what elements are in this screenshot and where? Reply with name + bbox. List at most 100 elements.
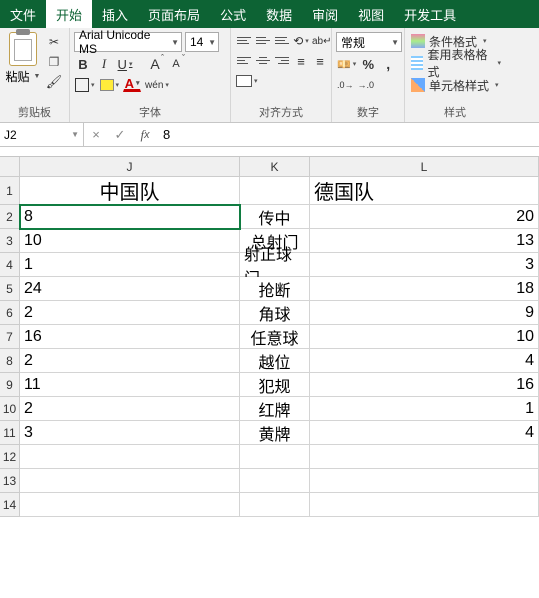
orientation-button[interactable]: ▾ bbox=[292, 32, 310, 50]
menu-item-1[interactable]: 开始 bbox=[46, 0, 92, 28]
align-middle-button[interactable] bbox=[254, 32, 272, 48]
cell-L2[interactable]: 20 bbox=[310, 205, 539, 229]
column-header-L[interactable]: L bbox=[310, 157, 539, 177]
row-header-7[interactable]: 7 bbox=[0, 325, 20, 349]
align-top-button[interactable] bbox=[235, 32, 253, 48]
paste-icon[interactable] bbox=[9, 32, 37, 66]
cell-L5[interactable]: 18 bbox=[310, 277, 539, 301]
menu-item-5[interactable]: 数据 bbox=[256, 0, 302, 28]
column-header-J[interactable]: J bbox=[20, 157, 240, 177]
cell-K13[interactable] bbox=[240, 469, 310, 493]
cell-L4[interactable]: 3 bbox=[310, 253, 539, 277]
row-header-10[interactable]: 10 bbox=[0, 397, 20, 421]
row-header-9[interactable]: 9 bbox=[0, 373, 20, 397]
name-box[interactable]: J2▼ bbox=[0, 123, 84, 146]
menu-item-6[interactable]: 审阅 bbox=[302, 0, 348, 28]
cell-L6[interactable]: 9 bbox=[310, 301, 539, 325]
row-header-4[interactable]: 4 bbox=[0, 253, 20, 277]
cell-J13[interactable] bbox=[20, 469, 240, 493]
row-header-2[interactable]: 2 bbox=[0, 205, 20, 229]
cell-L10[interactable]: 1 bbox=[310, 397, 539, 421]
spreadsheet-grid[interactable]: JKL1中国队德国队28传中20310总射门1341射正球门3524抢断1862… bbox=[0, 157, 539, 517]
phonetic-button[interactable]: wén▾ bbox=[144, 76, 170, 94]
align-right-button[interactable] bbox=[273, 52, 291, 68]
cell-J12[interactable] bbox=[20, 445, 240, 469]
cell-L8[interactable]: 4 bbox=[310, 349, 539, 373]
menu-item-8[interactable]: 开发工具 bbox=[394, 0, 466, 28]
menu-item-2[interactable]: 插入 bbox=[92, 0, 138, 28]
cancel-formula-button[interactable]: × bbox=[84, 127, 108, 142]
percent-button[interactable] bbox=[359, 55, 377, 73]
paste-button[interactable]: 粘贴▼ bbox=[6, 68, 41, 85]
cell-K1[interactable] bbox=[240, 177, 310, 205]
copy-icon[interactable] bbox=[46, 54, 62, 70]
format-as-table-button[interactable]: 套用表格格式▾ bbox=[409, 53, 501, 73]
cell-K12[interactable] bbox=[240, 445, 310, 469]
cell-J7[interactable]: 16 bbox=[20, 325, 240, 349]
fill-color-button[interactable]: ▾ bbox=[99, 76, 121, 94]
row-header-11[interactable]: 11 bbox=[0, 421, 20, 445]
formula-input[interactable]: 8 bbox=[157, 123, 539, 146]
row-header-13[interactable]: 13 bbox=[0, 469, 20, 493]
cell-L13[interactable] bbox=[310, 469, 539, 493]
cell-J9[interactable]: 11 bbox=[20, 373, 240, 397]
decrease-indent-button[interactable] bbox=[292, 52, 310, 70]
align-left-button[interactable] bbox=[235, 52, 253, 68]
cell-J8[interactable]: 2 bbox=[20, 349, 240, 373]
number-format-combo[interactable]: 常规▼ bbox=[336, 32, 402, 52]
cell-L3[interactable]: 13 bbox=[310, 229, 539, 253]
cell-K14[interactable] bbox=[240, 493, 310, 517]
cell-J10[interactable]: 2 bbox=[20, 397, 240, 421]
cut-icon[interactable] bbox=[46, 34, 62, 50]
menu-item-7[interactable]: 视图 bbox=[348, 0, 394, 28]
cell-K7[interactable]: 任意球 bbox=[240, 325, 310, 349]
row-header-12[interactable]: 12 bbox=[0, 445, 20, 469]
column-header-K[interactable]: K bbox=[240, 157, 310, 177]
fx-button[interactable]: fx bbox=[133, 127, 157, 143]
decrease-decimal-button[interactable] bbox=[357, 76, 376, 94]
increase-indent-button[interactable] bbox=[311, 52, 329, 70]
align-bottom-button[interactable] bbox=[273, 32, 291, 48]
shrink-font-button[interactable] bbox=[167, 55, 185, 73]
font-name-combo[interactable]: Arial Unicode MS▼ bbox=[74, 32, 182, 52]
underline-button[interactable]: U▾ bbox=[116, 55, 134, 73]
cell-K5[interactable]: 抢断 bbox=[240, 277, 310, 301]
wrap-text-button[interactable] bbox=[311, 32, 333, 50]
cell-K4[interactable]: 射正球门 bbox=[240, 253, 310, 277]
select-all-corner[interactable] bbox=[0, 157, 20, 177]
grow-font-button[interactable] bbox=[146, 55, 164, 73]
merge-cells-button[interactable]: ▾ bbox=[235, 72, 259, 90]
bold-button[interactable]: B bbox=[74, 55, 92, 73]
currency-button[interactable]: ▾ bbox=[336, 55, 357, 73]
cell-J1[interactable]: 中国队 bbox=[20, 177, 240, 205]
increase-decimal-button[interactable] bbox=[336, 76, 355, 94]
menu-item-0[interactable]: 文件 bbox=[0, 0, 46, 28]
cell-J5[interactable]: 24 bbox=[20, 277, 240, 301]
cell-styles-button[interactable]: 单元格样式▾ bbox=[409, 75, 499, 95]
row-header-5[interactable]: 5 bbox=[0, 277, 20, 301]
cell-K10[interactable]: 红牌 bbox=[240, 397, 310, 421]
align-center-button[interactable] bbox=[254, 52, 272, 68]
comma-style-button[interactable] bbox=[379, 55, 397, 73]
cell-L1[interactable]: 德国队 bbox=[310, 177, 539, 205]
cell-L9[interactable]: 16 bbox=[310, 373, 539, 397]
cell-J6[interactable]: 2 bbox=[20, 301, 240, 325]
cell-J11[interactable]: 3 bbox=[20, 421, 240, 445]
cell-L7[interactable]: 10 bbox=[310, 325, 539, 349]
cell-K8[interactable]: 越位 bbox=[240, 349, 310, 373]
cell-L11[interactable]: 4 bbox=[310, 421, 539, 445]
font-color-button[interactable]: A▾ bbox=[123, 78, 141, 92]
borders-button[interactable]: ▾ bbox=[74, 76, 96, 94]
cell-L12[interactable] bbox=[310, 445, 539, 469]
row-header-6[interactable]: 6 bbox=[0, 301, 20, 325]
menu-item-4[interactable]: 公式 bbox=[210, 0, 256, 28]
enter-formula-button[interactable]: ✓ bbox=[108, 127, 132, 143]
row-header-1[interactable]: 1 bbox=[0, 177, 20, 205]
row-header-8[interactable]: 8 bbox=[0, 349, 20, 373]
cell-J14[interactable] bbox=[20, 493, 240, 517]
cell-K6[interactable]: 角球 bbox=[240, 301, 310, 325]
menu-item-3[interactable]: 页面布局 bbox=[138, 0, 210, 28]
font-size-combo[interactable]: 14▼ bbox=[185, 32, 219, 52]
cell-J3[interactable]: 10 bbox=[20, 229, 240, 253]
cell-J4[interactable]: 1 bbox=[20, 253, 240, 277]
